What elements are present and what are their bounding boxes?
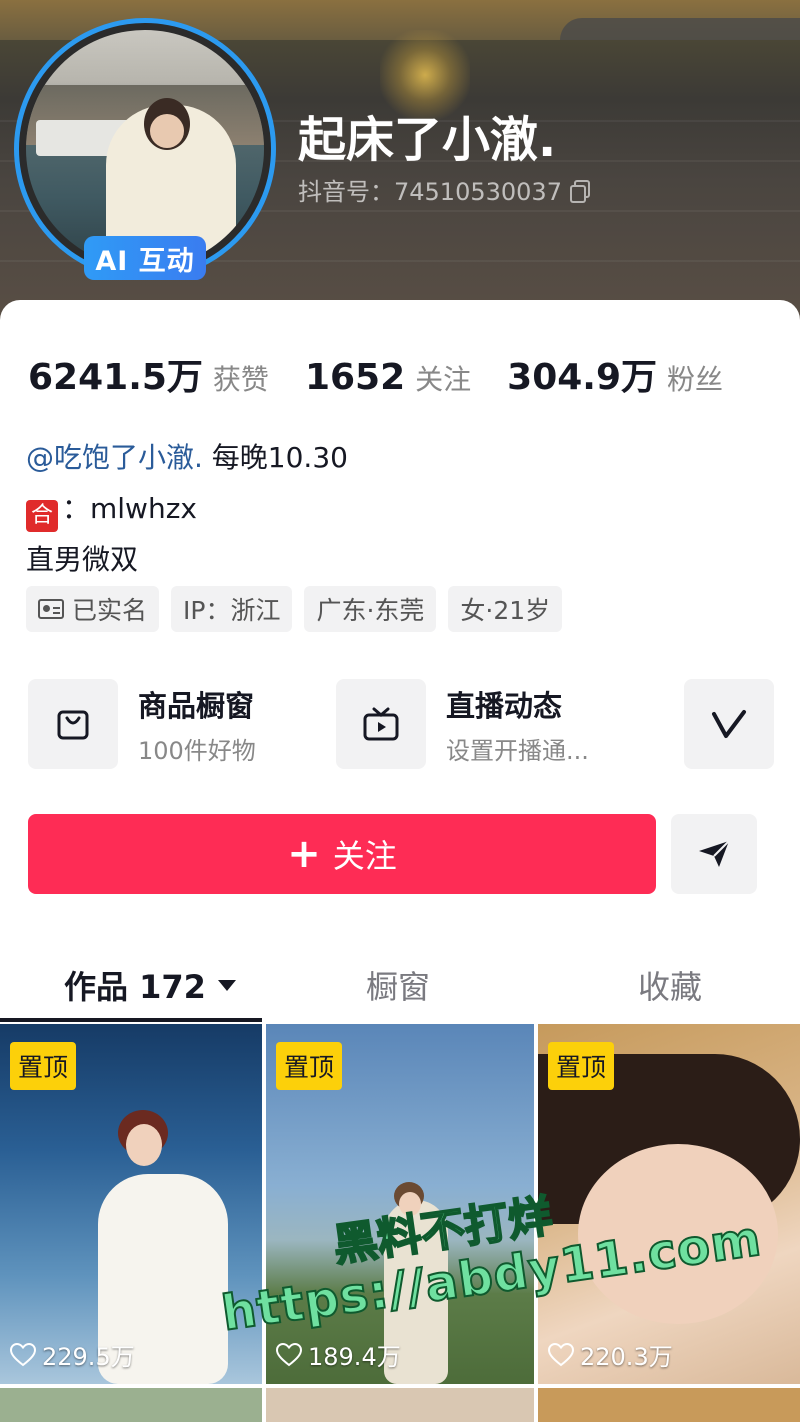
bio-line-2: 合：mlwhzx: [26, 483, 348, 534]
heart-icon: [548, 1342, 574, 1366]
video-grid: 置顶 229.5万 置顶 189.4万 置顶 220.3万: [0, 1024, 800, 1422]
video-likes: 220.3万: [548, 1337, 673, 1372]
paper-plane-icon: [699, 840, 730, 867]
v-logo-icon: [684, 679, 774, 769]
stat-likes-label: 获赞: [212, 363, 269, 396]
video-tile[interactable]: 置顶 220.3万: [538, 1024, 800, 1384]
active-tab-indicator: [0, 1018, 262, 1022]
stat-followers-label: 粉丝: [667, 363, 724, 396]
tag-verified[interactable]: 已实名: [26, 586, 160, 632]
tab-works[interactable]: 作品 172: [64, 950, 236, 1020]
video-likes: 229.5万: [10, 1337, 135, 1372]
douyin-id-text: 抖音号：74510530037: [298, 178, 562, 206]
tab-showcase[interactable]: 橱窗: [366, 950, 430, 1020]
profile-card: 6241.5万 获赞 1652 关注 304.9万 粉丝 @吃饱了小澈. 每晚1…: [0, 300, 800, 1422]
banner-hills: [560, 18, 800, 40]
stat-likes-value: 6241.5万: [28, 357, 203, 398]
pinned-badge: 置顶: [10, 1042, 77, 1090]
video-likes-count: 189.4万: [308, 1343, 401, 1371]
profile-nickname: 起床了小澈.: [298, 112, 557, 168]
stat-followers[interactable]: 304.9万 粉丝: [507, 348, 723, 400]
bio-line-3: 直男微双: [26, 543, 139, 576]
douyin-id[interactable]: 抖音号：74510530037: [298, 172, 590, 207]
profile-tags: 已实名 IP：浙江 广东·东莞 女·21岁: [26, 586, 563, 632]
tag-ip: IP：浙江: [171, 586, 293, 632]
stat-following-label: 关注: [415, 363, 472, 396]
tv-icon: [336, 679, 426, 769]
heart-icon: [10, 1342, 36, 1366]
video-tile-partial[interactable]: [538, 1388, 800, 1422]
follow-button-label: 关注: [332, 837, 397, 875]
profile-banner: AI 互动 起床了小澈. 抖音号：74510530037: [0, 0, 800, 330]
service-showcase[interactable]: 商品橱窗 100件好物: [28, 678, 256, 770]
stat-followers-value: 304.9万: [507, 357, 658, 398]
stat-following[interactable]: 1652 关注: [305, 357, 471, 398]
video-tile-partial[interactable]: [266, 1388, 534, 1422]
tab-favorites[interactable]: 收藏: [638, 950, 702, 1020]
bio-line-1-text: 每晚10.30: [202, 441, 348, 474]
video-likes-count: 229.5万: [42, 1343, 135, 1371]
service-live-subtitle: 设置开播通...: [446, 736, 589, 765]
ai-interaction-badge[interactable]: AI 互动: [84, 236, 206, 280]
tab-works-label: 作品 172: [64, 968, 206, 1006]
id-card-icon: [38, 599, 64, 619]
profile-bio: @吃饱了小澈. 每晚10.30 合：mlwhzx 直男微双: [26, 432, 348, 585]
follow-button[interactable]: + 关注: [28, 814, 656, 894]
heart-icon: [276, 1342, 302, 1366]
copy-icon[interactable]: [569, 179, 590, 203]
bio-line-1: @吃饱了小澈. 每晚10.30: [26, 432, 348, 483]
shopping-bag-icon: [28, 679, 118, 769]
service-live-title: 直播动态: [446, 688, 563, 723]
service-showcase-subtitle: 100件好物: [138, 736, 256, 765]
stat-likes[interactable]: 6241.5万 获赞: [28, 348, 269, 400]
service-showcase-title: 商品橱窗: [138, 688, 255, 723]
video-tile[interactable]: 置顶 229.5万: [0, 1024, 262, 1384]
profile-stats: 6241.5万 获赞 1652 关注 304.9万 粉丝: [28, 348, 759, 400]
cooperation-emoji-icon: 合: [26, 500, 58, 532]
pinned-badge: 置顶: [548, 1042, 615, 1090]
stat-following-value: 1652: [304, 357, 406, 398]
bio-mention-link[interactable]: @吃饱了小澈.: [26, 441, 203, 474]
share-button[interactable]: [671, 814, 757, 894]
video-tile[interactable]: 置顶 189.4万: [266, 1024, 534, 1384]
bio-line-2-text: ：mlwhzx: [62, 492, 197, 525]
service-third[interactable]: [684, 678, 774, 770]
tag-location: 广东·东莞: [304, 586, 437, 632]
content-tabs: 作品 172 橱窗 收藏: [0, 950, 800, 1024]
tag-gender-age: 女·21岁: [448, 586, 563, 632]
profile-services: 商品橱窗 100件好物 直播动态 设置开播通...: [28, 678, 800, 770]
caret-down-icon[interactable]: [217, 979, 236, 991]
plus-icon: +: [287, 831, 321, 877]
pinned-badge: 置顶: [276, 1042, 343, 1090]
video-likes: 189.4万: [276, 1337, 401, 1372]
service-live[interactable]: 直播动态 设置开播通...: [336, 678, 589, 770]
tag-verified-label: 已实名: [72, 596, 148, 625]
video-tile-partial[interactable]: [0, 1388, 262, 1422]
avatar[interactable]: [26, 30, 264, 268]
video-likes-count: 220.3万: [580, 1343, 673, 1371]
